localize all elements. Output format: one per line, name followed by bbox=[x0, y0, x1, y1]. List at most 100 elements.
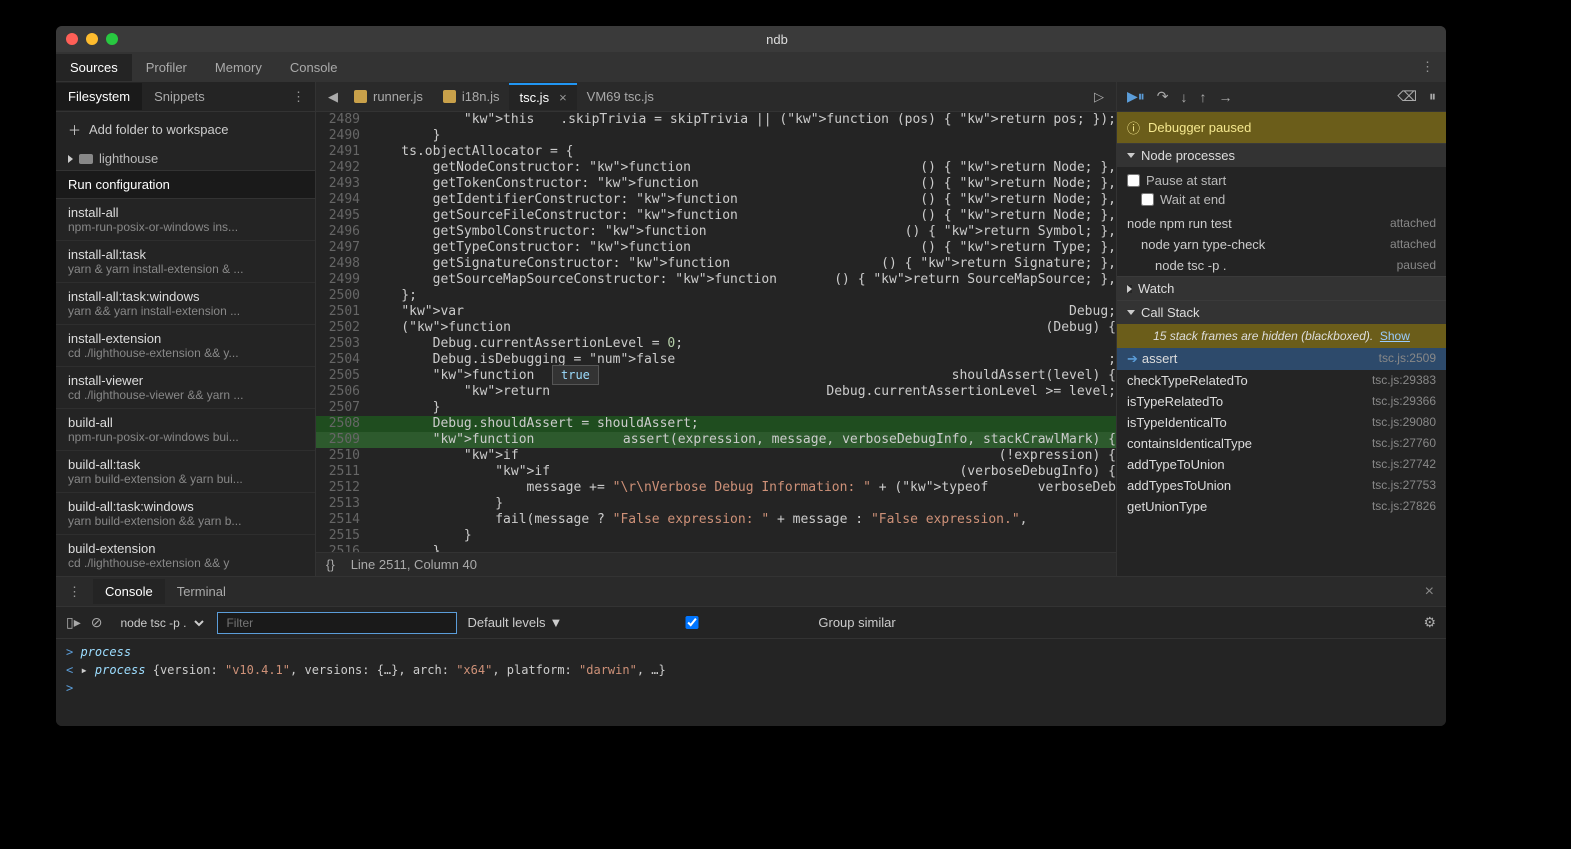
pretty-print-icon[interactable]: {} bbox=[326, 557, 335, 572]
code-line[interactable]: 2508 Debug.shouldAssert = shouldAssert; bbox=[316, 416, 1116, 432]
code-line[interactable]: 2490 } bbox=[316, 128, 1116, 144]
code-line[interactable]: 2507 } bbox=[316, 400, 1116, 416]
sidebar-more-icon[interactable]: ⋮ bbox=[282, 89, 315, 105]
code-line[interactable]: 2504 Debug.isDebugging = "num">false; bbox=[316, 352, 1116, 368]
resume-button[interactable]: ▶⏸ bbox=[1127, 88, 1145, 105]
code-line[interactable]: 2512 message += "\r\nVerbose Debug Infor… bbox=[316, 480, 1116, 496]
run-item[interactable]: build-all:task:windowsyarn build-extensi… bbox=[56, 493, 315, 535]
tab-memory[interactable]: Memory bbox=[201, 54, 276, 81]
wait-at-end-checkbox[interactable]: Wait at end bbox=[1141, 192, 1225, 207]
pause-exceptions-button[interactable]: ⏸ bbox=[1429, 88, 1436, 105]
code-line[interactable]: 2503 Debug.currentAssertionLevel = 0; bbox=[316, 336, 1116, 352]
tab-profiler[interactable]: Profiler bbox=[132, 54, 201, 81]
code-line[interactable]: 2489 "kw">this.skipTrivia = skipTrivia |… bbox=[316, 112, 1116, 128]
tree-item-lighthouse[interactable]: lighthouse bbox=[56, 147, 315, 170]
context-select[interactable]: node tsc -p . bbox=[112, 612, 207, 634]
code-line[interactable]: 2494 getIdentifierConstructor: "kw">func… bbox=[316, 192, 1116, 208]
file-tab[interactable]: runner.js bbox=[344, 83, 433, 110]
nav-back-icon[interactable]: ◀ bbox=[322, 87, 344, 107]
step-into-button[interactable]: ↓ bbox=[1181, 89, 1188, 105]
close-drawer-icon[interactable]: × bbox=[1413, 583, 1446, 601]
code-line[interactable]: 2509 "kw">function assert(expression, me… bbox=[316, 432, 1116, 448]
code-line[interactable]: 2506 "kw">return Debug.currentAssertionL… bbox=[316, 384, 1116, 400]
code-line[interactable]: 2500 }; bbox=[316, 288, 1116, 304]
code-area[interactable]: 2489 "kw">this.skipTrivia = skipTrivia |… bbox=[316, 112, 1116, 552]
pause-at-start-checkbox[interactable]: Pause at start bbox=[1127, 173, 1436, 188]
code-line[interactable]: 2497 getTypeConstructor: "kw">function (… bbox=[316, 240, 1116, 256]
run-item[interactable]: install-extensioncd ./lighthouse-extensi… bbox=[56, 325, 315, 367]
stack-frame[interactable]: isTypeIdenticalTotsc.js:29080 bbox=[1117, 412, 1446, 433]
run-item[interactable]: build-extensioncd ./lighthouse-extension… bbox=[56, 535, 315, 576]
code-line[interactable]: 2496 getSymbolConstructor: "kw">function… bbox=[316, 224, 1116, 240]
process-item[interactable]: node yarn type-checkattached bbox=[1117, 234, 1446, 255]
line-number: 2504 bbox=[316, 352, 370, 368]
code-line[interactable]: 2491 ts.objectAllocator = { bbox=[316, 144, 1116, 160]
run-item[interactable]: build-allnpm-run-posix-or-windows bui... bbox=[56, 409, 315, 451]
section-watch[interactable]: Watch bbox=[1117, 276, 1446, 300]
run-item[interactable]: install-viewercd ./lighthouse-viewer && … bbox=[56, 367, 315, 409]
code-line[interactable]: 2493 getTokenConstructor: "kw">function … bbox=[316, 176, 1116, 192]
clear-console-icon[interactable]: ⊘ bbox=[91, 614, 103, 631]
process-item[interactable]: node npm run testattached bbox=[1117, 213, 1446, 234]
maximize-window-button[interactable] bbox=[106, 33, 118, 45]
group-similar-checkbox[interactable]: Group similar bbox=[572, 615, 895, 630]
code-line[interactable]: 2505 "kw">function shouldAssert(level) { bbox=[316, 368, 1116, 384]
file-tab[interactable]: tsc.js × bbox=[509, 83, 576, 110]
code-line[interactable]: 2511 "kw">if (verboseDebugInfo) { bbox=[316, 464, 1116, 480]
step-button[interactable]: → bbox=[1219, 89, 1233, 105]
stack-frame[interactable]: addTypesToUniontsc.js:27753 bbox=[1117, 475, 1446, 496]
section-call-stack[interactable]: Call Stack bbox=[1117, 300, 1446, 324]
line-number: 2489 bbox=[316, 112, 370, 128]
drawer-tab-terminal[interactable]: Terminal bbox=[165, 579, 238, 604]
run-item[interactable]: install-allnpm-run-posix-or-windows ins.… bbox=[56, 199, 315, 241]
tab-console[interactable]: Console bbox=[276, 54, 352, 81]
step-out-button[interactable]: ↑ bbox=[1200, 89, 1207, 105]
blackbox-notice: 15 stack frames are hidden (blackboxed).… bbox=[1117, 324, 1446, 348]
close-window-button[interactable] bbox=[66, 33, 78, 45]
add-folder-button[interactable]: ＋ Add folder to workspace bbox=[56, 112, 315, 147]
stack-frame[interactable]: addTypeToUniontsc.js:27742 bbox=[1117, 454, 1446, 475]
run-item[interactable]: install-all:task:windowsyarn && yarn ins… bbox=[56, 283, 315, 325]
drawer-tab-console[interactable]: Console bbox=[93, 579, 165, 604]
toggle-navigator-icon[interactable]: ▷ bbox=[1088, 87, 1110, 107]
close-tab-icon[interactable]: × bbox=[559, 90, 567, 105]
code-line[interactable]: 2515 } bbox=[316, 528, 1116, 544]
code-line[interactable]: 2495 getSourceFileConstructor: "kw">func… bbox=[316, 208, 1116, 224]
file-tab[interactable]: i18n.js bbox=[433, 83, 510, 110]
stack-frame[interactable]: ➔asserttsc.js:2509 bbox=[1117, 348, 1446, 370]
console-sidebar-icon[interactable]: ▯▸ bbox=[66, 614, 81, 631]
file-tab[interactable]: VM69 tsc.js bbox=[577, 83, 664, 110]
log-levels-select[interactable]: Default levels ▼ bbox=[467, 615, 562, 630]
tab-sources[interactable]: Sources bbox=[56, 54, 132, 81]
filter-input[interactable] bbox=[217, 612, 457, 634]
code-line[interactable]: 2513 } bbox=[316, 496, 1116, 512]
step-over-button[interactable]: ↷ bbox=[1157, 88, 1169, 105]
stack-frame[interactable]: containsIdenticalTypetsc.js:27760 bbox=[1117, 433, 1446, 454]
code-line[interactable]: 2502 ("kw">function (Debug) { bbox=[316, 320, 1116, 336]
code-line[interactable]: 2510 "kw">if (!expression) { bbox=[316, 448, 1116, 464]
code-line[interactable]: 2492 getNodeConstructor: "kw">function (… bbox=[316, 160, 1116, 176]
section-node-processes[interactable]: Node processes bbox=[1117, 143, 1446, 167]
code-line[interactable]: 2499 getSourceMapSourceConstructor: "kw"… bbox=[316, 272, 1116, 288]
minimize-window-button[interactable] bbox=[86, 33, 98, 45]
stack-frame[interactable]: checkTypeRelatedTotsc.js:29383 bbox=[1117, 370, 1446, 391]
code-line[interactable]: 2516 } bbox=[316, 544, 1116, 552]
process-item[interactable]: node tsc -p .paused bbox=[1117, 255, 1446, 276]
code-line[interactable]: 2498 getSignatureConstructor: "kw">funct… bbox=[316, 256, 1116, 272]
file-tab-label: tsc.js bbox=[519, 90, 549, 105]
stack-frame[interactable]: isTypeRelatedTotsc.js:29366 bbox=[1117, 391, 1446, 412]
run-item[interactable]: build-all:taskyarn build-extension & yar… bbox=[56, 451, 315, 493]
run-item-name: build-all bbox=[68, 415, 303, 430]
subtab-filesystem[interactable]: Filesystem bbox=[56, 83, 142, 110]
run-item[interactable]: install-all:taskyarn & yarn install-exte… bbox=[56, 241, 315, 283]
more-menu-icon[interactable]: ⋮ bbox=[1409, 59, 1446, 75]
window: ndb Sources Profiler Memory Console ⋮ Fi… bbox=[56, 26, 1446, 726]
code-line[interactable]: 2514 fail(message ? "False expression: "… bbox=[316, 512, 1116, 528]
stack-frame[interactable]: getUnionTypetsc.js:27826 bbox=[1117, 496, 1446, 517]
deactivate-breakpoints-button[interactable]: ⌫ bbox=[1397, 88, 1417, 105]
show-blackboxed-link[interactable]: Show bbox=[1380, 329, 1410, 343]
subtab-snippets[interactable]: Snippets bbox=[142, 83, 217, 110]
code-line[interactable]: 2501 "kw">var Debug; bbox=[316, 304, 1116, 320]
console-settings-icon[interactable]: ⚙ bbox=[1423, 614, 1436, 631]
drawer-more-icon[interactable]: ⋮ bbox=[56, 584, 93, 600]
